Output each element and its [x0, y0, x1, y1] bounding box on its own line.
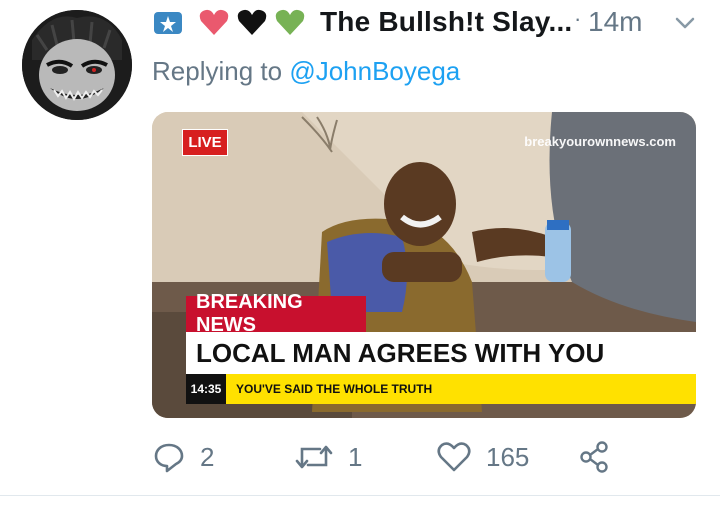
live-badge: LIVE: [182, 129, 228, 156]
blue-star-badge-icon: [154, 12, 182, 34]
news-headline: LOCAL MAN AGREES WITH YOU: [186, 332, 696, 374]
news-ticker: 14:35 YOU'VE SAID THE WHOLE TRUTH: [186, 374, 696, 404]
pink-heart-icon: [199, 9, 229, 35]
author-name[interactable]: The Bullsh!t Slay...: [320, 6, 572, 38]
retweet-icon: [295, 445, 333, 469]
share-icon: [580, 441, 608, 473]
tweet-divider: [0, 495, 720, 496]
like-count: 165: [486, 441, 530, 472]
reply-context: Replying to @JohnBoyega: [152, 56, 460, 87]
reply-icon: [154, 443, 184, 473]
watermark-text: breakyourownnews.com: [524, 134, 676, 149]
ticker-time: 14:35: [186, 374, 226, 404]
breaking-news-label: BREAKING NEWS: [186, 291, 366, 336]
like-button[interactable]: 165: [436, 440, 529, 474]
reply-handle-link[interactable]: @JohnBoyega: [289, 56, 460, 86]
tweet-media-image[interactable]: LIVE breakyourownnews.com BREAKING NEWS …: [152, 112, 696, 418]
reply-prefix: Replying to: [152, 56, 283, 86]
like-icon: [437, 442, 471, 472]
time-separator: ·: [574, 6, 582, 31]
reply-button[interactable]: 2: [152, 440, 214, 474]
avatar-face-image: [22, 10, 132, 120]
avatar[interactable]: [22, 10, 132, 120]
ticker-text: YOU'VE SAID THE WHOLE TRUTH: [236, 382, 433, 396]
chevron-down-icon[interactable]: [672, 10, 698, 36]
tweet-timestamp[interactable]: 14m: [588, 6, 642, 38]
tweet-actions: 2 1 165: [152, 440, 712, 480]
black-heart-icon: [237, 9, 267, 35]
retweet-count: 1: [348, 441, 363, 472]
retweet-button[interactable]: 1: [294, 440, 362, 474]
share-button[interactable]: [578, 440, 612, 474]
reply-count: 2: [200, 441, 215, 472]
green-heart-icon: [275, 9, 305, 35]
